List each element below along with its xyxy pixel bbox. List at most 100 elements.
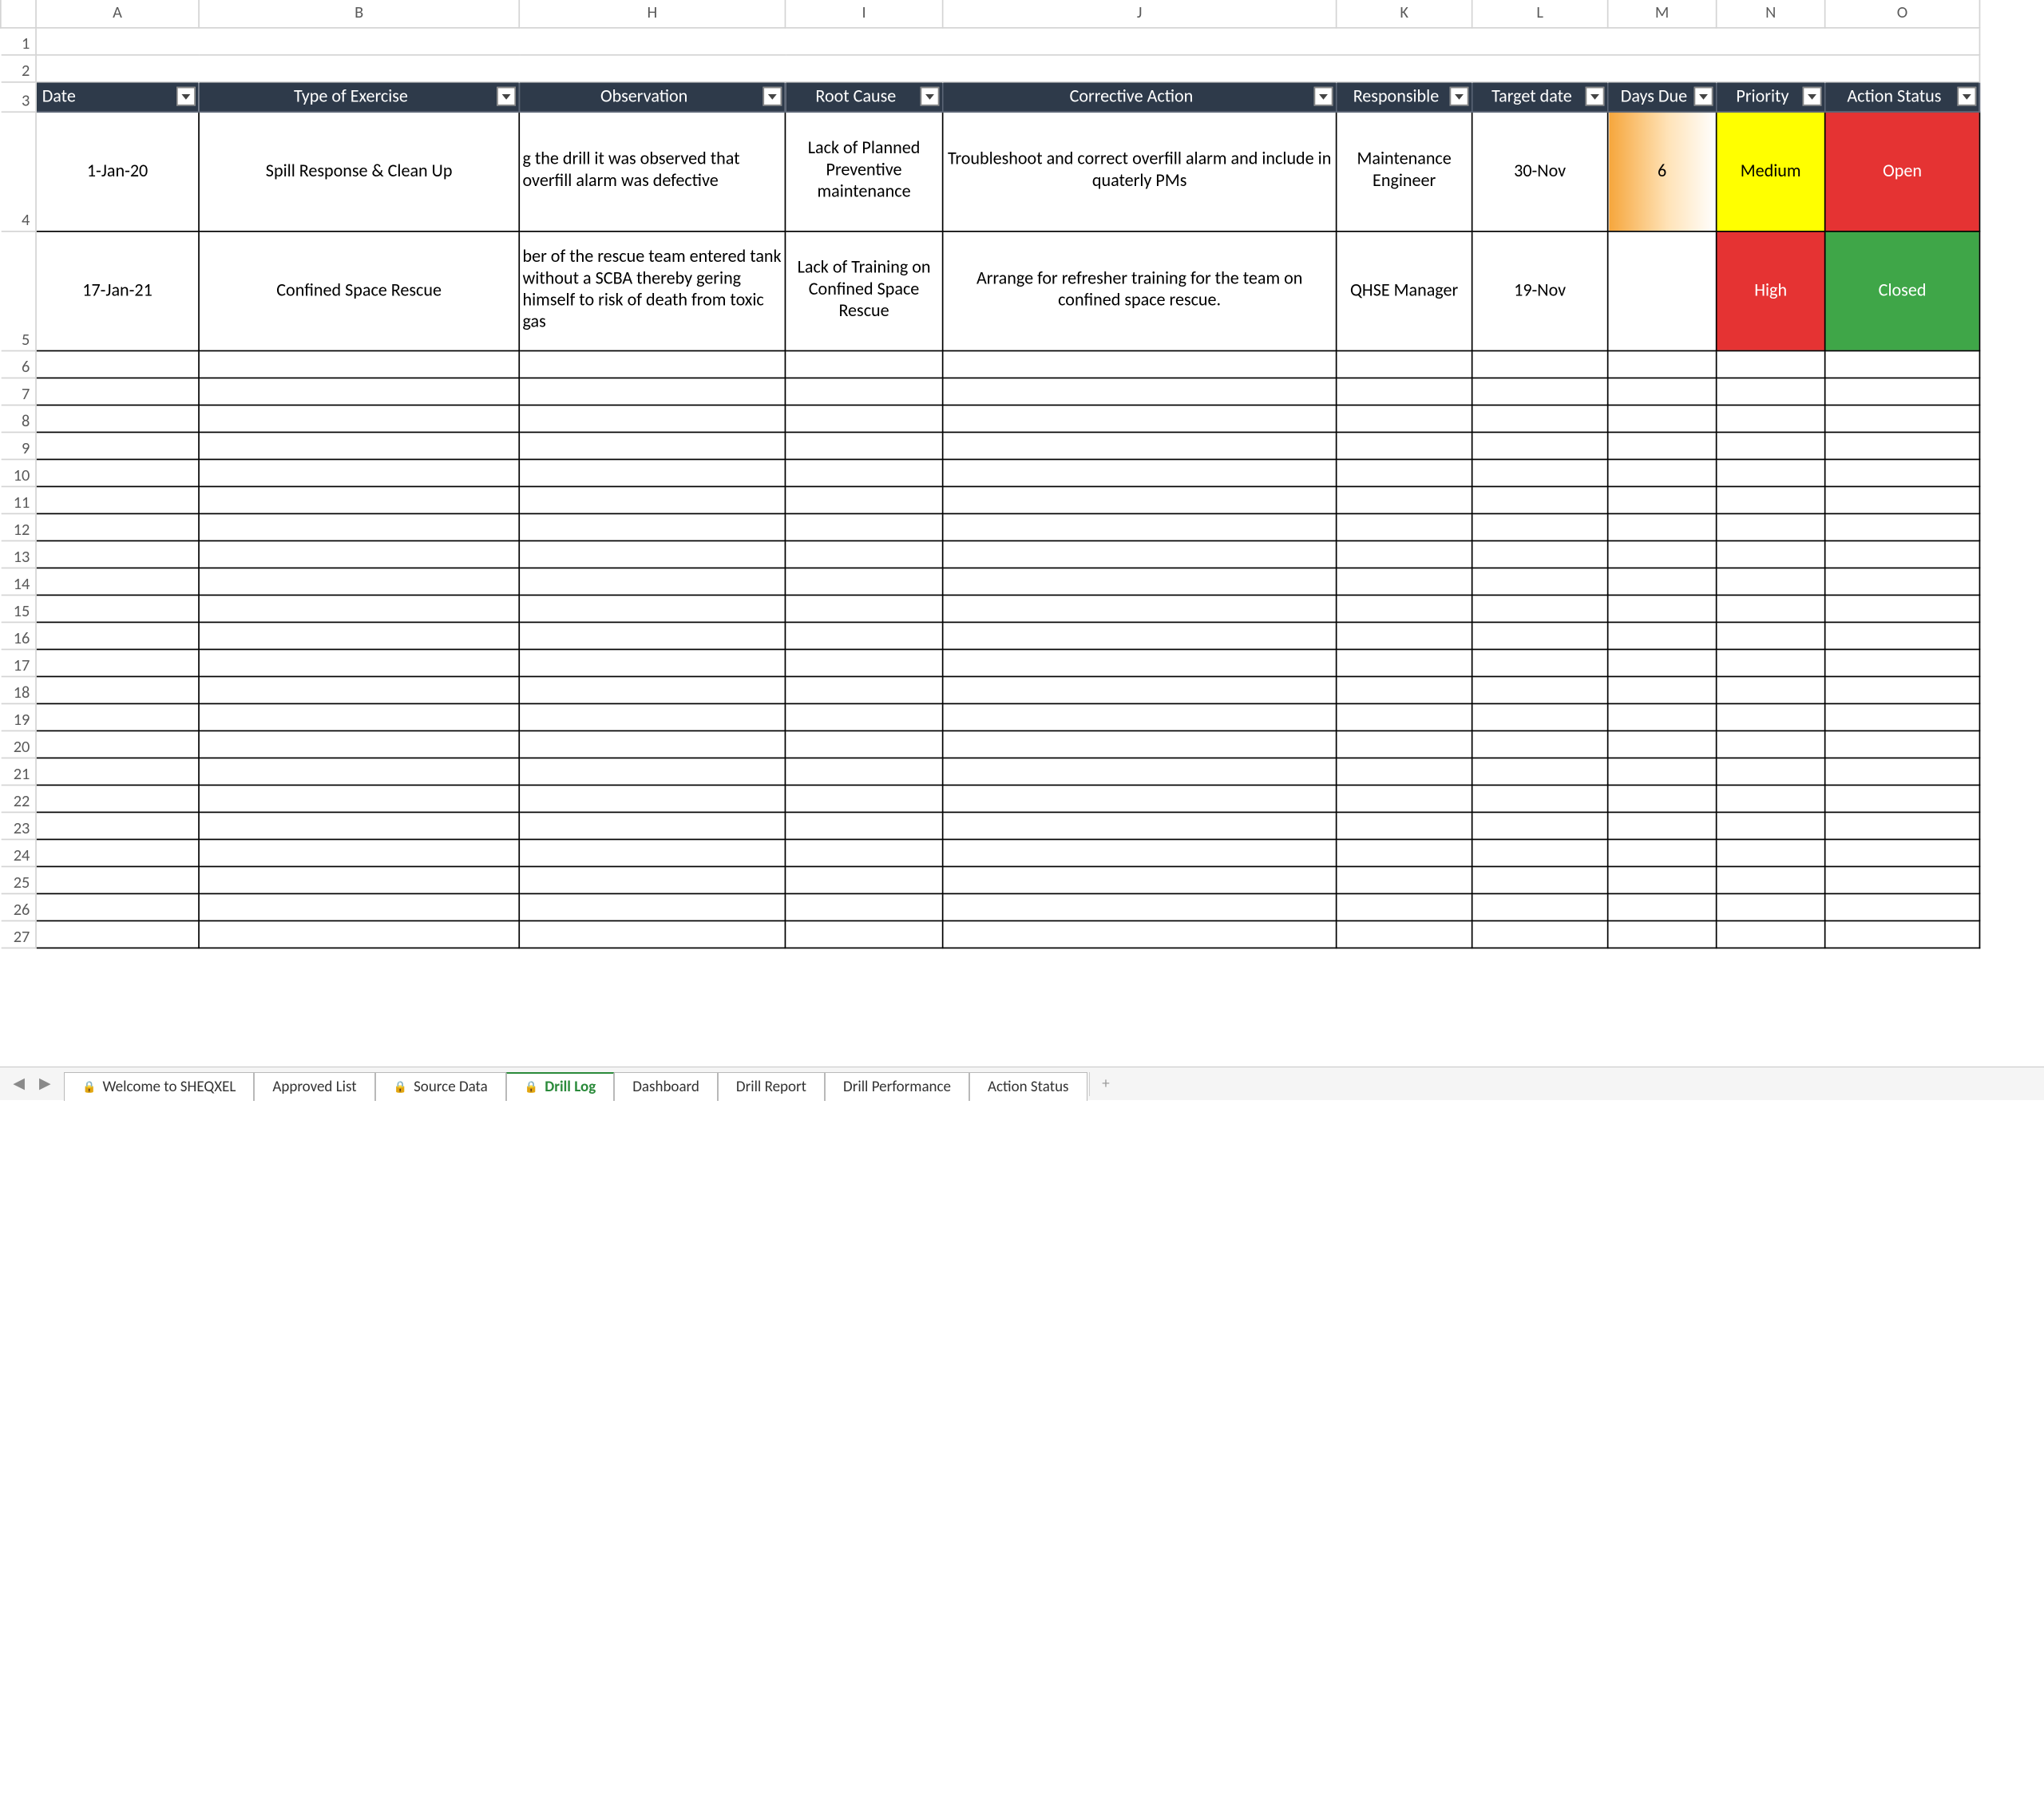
empty-cell[interactable] xyxy=(785,568,942,595)
empty-cell[interactable] xyxy=(519,622,785,649)
empty-cell[interactable] xyxy=(1472,540,1608,568)
empty-cell[interactable] xyxy=(1472,378,1608,405)
row-number[interactable]: 14 xyxy=(1,568,36,595)
empty-cell[interactable] xyxy=(1717,703,1825,730)
row-number[interactable]: 5 xyxy=(1,231,36,350)
empty-cell[interactable] xyxy=(785,893,942,920)
empty-cell[interactable] xyxy=(199,350,519,378)
empty-cell[interactable] xyxy=(1717,459,1825,486)
row-number[interactable]: 16 xyxy=(1,622,36,649)
empty-cell[interactable] xyxy=(1608,893,1717,920)
row-number[interactable]: 1 xyxy=(1,27,36,54)
empty-cell[interactable] xyxy=(36,622,199,649)
empty-cell[interactable] xyxy=(943,866,1337,893)
empty-cell[interactable] xyxy=(1337,513,1472,540)
empty-cell[interactable] xyxy=(1608,866,1717,893)
empty-cell[interactable] xyxy=(1337,378,1472,405)
column-letter[interactable]: I xyxy=(785,0,942,27)
empty-cell[interactable] xyxy=(36,350,199,378)
empty-cell[interactable] xyxy=(36,649,199,676)
empty-cell[interactable] xyxy=(785,595,942,622)
cell-status[interactable]: Closed xyxy=(1825,231,1980,350)
empty-cell[interactable] xyxy=(1472,595,1608,622)
empty-cell[interactable] xyxy=(519,785,785,812)
prev-sheet-button[interactable]: ◀ xyxy=(13,1075,25,1093)
empty-cell[interactable] xyxy=(199,595,519,622)
cell-responsible[interactable]: Maintenance Engineer xyxy=(1337,111,1472,231)
sheet-tab[interactable]: Drill Performance xyxy=(825,1072,969,1101)
empty-cell[interactable] xyxy=(199,920,519,948)
empty-cell[interactable] xyxy=(519,649,785,676)
empty-cell[interactable] xyxy=(1825,486,1980,513)
empty-cell[interactable] xyxy=(785,649,942,676)
empty-cell[interactable] xyxy=(519,730,785,758)
empty-cell[interactable] xyxy=(943,595,1337,622)
empty-cell[interactable] xyxy=(36,595,199,622)
cell-responsible[interactable]: QHSE Manager xyxy=(1337,231,1472,350)
empty-cell[interactable] xyxy=(943,839,1337,866)
row-number[interactable]: 24 xyxy=(1,839,36,866)
col-header-days-due[interactable]: Days Due xyxy=(1608,81,1717,111)
empty-cell[interactable] xyxy=(1717,405,1825,432)
empty-cell[interactable] xyxy=(1472,513,1608,540)
col-header-date[interactable]: Date xyxy=(36,81,199,111)
cell-status[interactable]: Open xyxy=(1825,111,1980,231)
empty-cell[interactable] xyxy=(199,540,519,568)
empty-cell[interactable] xyxy=(1717,432,1825,459)
empty-cell[interactable] xyxy=(36,758,199,785)
empty-cell[interactable] xyxy=(1608,676,1717,703)
empty-cell[interactable] xyxy=(1717,785,1825,812)
empty-cell[interactable] xyxy=(1825,812,1980,839)
empty-cell[interactable] xyxy=(1608,785,1717,812)
empty-cell[interactable] xyxy=(1337,595,1472,622)
empty-cell[interactable] xyxy=(1337,893,1472,920)
empty-cell[interactable] xyxy=(1825,432,1980,459)
empty-cell[interactable] xyxy=(1472,758,1608,785)
empty-cell[interactable] xyxy=(943,649,1337,676)
cell-priority[interactable]: High xyxy=(1717,231,1825,350)
sheet-tab[interactable]: 🔒Drill Log xyxy=(506,1072,614,1101)
empty-cell[interactable] xyxy=(785,812,942,839)
empty-cell[interactable] xyxy=(519,378,785,405)
row-number[interactable]: 19 xyxy=(1,703,36,730)
empty-cell[interactable] xyxy=(1337,703,1472,730)
empty-cell[interactable] xyxy=(943,350,1337,378)
empty-cell[interactable] xyxy=(1608,513,1717,540)
empty-cell[interactable] xyxy=(36,703,199,730)
empty-cell[interactable] xyxy=(1825,405,1980,432)
empty-cell[interactable] xyxy=(785,378,942,405)
empty-cell[interactable] xyxy=(1717,568,1825,595)
filter-dropdown-icon[interactable] xyxy=(1803,87,1822,106)
empty-cell[interactable] xyxy=(519,405,785,432)
empty-cell[interactable] xyxy=(1337,350,1472,378)
col-header-target[interactable]: Target date xyxy=(1472,81,1608,111)
empty-cell[interactable] xyxy=(943,486,1337,513)
empty-cell[interactable] xyxy=(199,703,519,730)
empty-cell[interactable] xyxy=(36,540,199,568)
empty-cell[interactable] xyxy=(36,676,199,703)
empty-cell[interactable] xyxy=(519,866,785,893)
cell-priority[interactable]: Medium xyxy=(1717,111,1825,231)
empty-cell[interactable] xyxy=(1825,649,1980,676)
empty-cell[interactable] xyxy=(36,785,199,812)
empty-cell[interactable] xyxy=(199,730,519,758)
empty-cell[interactable] xyxy=(199,839,519,866)
empty-cell[interactable] xyxy=(1472,920,1608,948)
empty-cell[interactable] xyxy=(1337,785,1472,812)
empty-cell[interactable] xyxy=(36,378,199,405)
cell-target[interactable]: 19-Nov xyxy=(1472,231,1608,350)
empty-cell[interactable] xyxy=(1472,486,1608,513)
empty-cell[interactable] xyxy=(1608,459,1717,486)
cell-type[interactable]: Spill Response & Clean Up xyxy=(199,111,519,231)
empty-cell[interactable] xyxy=(943,920,1337,948)
row-number[interactable]: 22 xyxy=(1,785,36,812)
empty-cell[interactable] xyxy=(1717,758,1825,785)
empty-cell[interactable] xyxy=(1608,405,1717,432)
empty-cell[interactable] xyxy=(943,785,1337,812)
empty-cell[interactable] xyxy=(1717,866,1825,893)
empty-cell[interactable] xyxy=(1825,839,1980,866)
empty-cell[interactable] xyxy=(519,758,785,785)
empty-cell[interactable] xyxy=(1608,812,1717,839)
empty-cell[interactable] xyxy=(199,432,519,459)
empty-cell[interactable] xyxy=(519,839,785,866)
